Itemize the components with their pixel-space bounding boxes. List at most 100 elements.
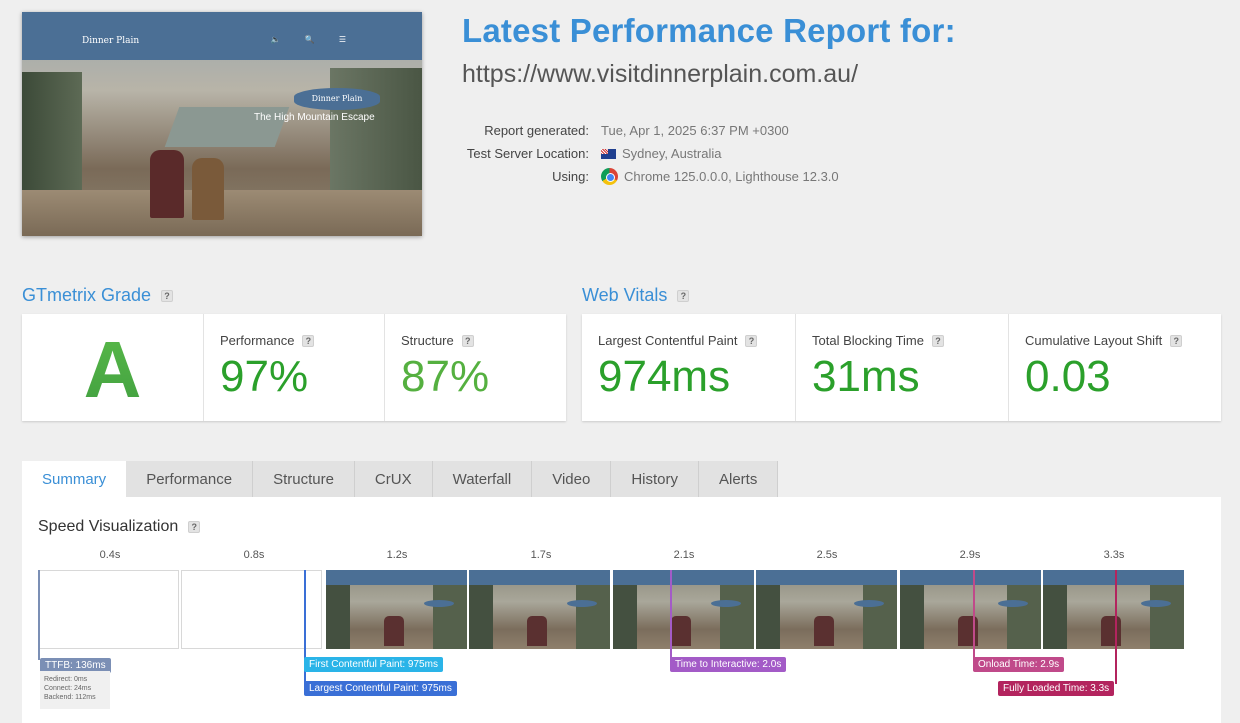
filmstrip-frame-blank[interactable] [38,570,179,649]
australia-flag-icon [601,148,616,159]
meta-label: Report generated: [484,123,589,138]
structure-cell: Structure? 87% [384,314,566,421]
section-title: Web Vitals [582,285,668,305]
ttfb-connect: Connect: 24ms [44,685,92,692]
timeline-tick: 1.7s [530,549,552,561]
lcp-cell: Largest Contentful Paint? 974ms [582,314,795,421]
label-text: Cumulative Layout Shift [1025,333,1163,348]
report-title: Latest Performance Report for: [462,12,956,49]
onload-marker-line [973,570,975,660]
report-generated-value: Tue, Apr 1, 2025 6:37 PM +0300 [601,123,789,138]
filmstrip-frame-blank[interactable] [181,570,322,649]
cls-cell: Cumulative Layout Shift? 0.03 [1008,314,1221,421]
filmstrip-frame[interactable] [900,570,1041,649]
tab-structure[interactable]: Structure [253,461,355,497]
tab-crux[interactable]: CrUX [354,461,433,497]
vitals-card: Largest Contentful Paint? 974ms Total Bl… [582,314,1221,421]
filmstrip-frame[interactable] [326,570,467,649]
help-icon[interactable]: ? [677,289,690,302]
timeline-tick: 0.4s [99,549,121,561]
label-text: Largest Contentful Paint [598,333,738,348]
screenshot-nav-icons: 🔈🔍☰ [270,35,370,44]
performance-cell: Performance? 97% [203,314,384,421]
help-icon[interactable]: ? [932,334,944,347]
onload-label: Onload Time: 2.9s [973,657,1065,672]
help-icon[interactable]: ? [188,521,201,533]
report-tabs: Summary Performance Structure CrUX Water… [22,461,779,497]
label-text: Performance [220,333,295,348]
cls-label: Cumulative Layout Shift? [1025,333,1183,348]
tti-marker-line [670,570,672,660]
web-vitals-heading: Web Vitals ? [582,285,690,306]
speed-visualization-heading: Speed Visualization ? [38,518,201,536]
fully-loaded-marker-line [1115,570,1117,684]
grade-letter: A [22,314,203,421]
meta-label: Using: [552,169,589,184]
timeline-tick: 2.1s [673,549,695,561]
grade-card: A Performance? 97% Structure? 87% [22,314,566,421]
screenshot-badge: Dinner Plain [294,88,380,110]
structure-value: 87% [401,352,490,401]
timeline-tick: 2.9s [959,549,981,561]
help-icon[interactable]: ? [461,334,474,347]
ttfb-backend: Backend: 112ms [44,694,96,701]
tti-label: Time to Interactive: 2.0s [670,657,787,672]
help-icon[interactable]: ? [302,334,315,347]
ttfb-redirect: Redirect: 0ms [44,676,88,683]
meta-label: Test Server Location: [466,146,589,161]
tbt-label: Total Blocking Time? [812,333,944,348]
tab-history[interactable]: History [611,461,699,497]
help-icon[interactable]: ? [1170,334,1183,347]
screenshot-person [192,158,224,220]
help-icon[interactable]: ? [161,289,174,302]
screenshot-person [150,150,184,218]
lcp-label: Largest Contentful Paint? [598,333,758,348]
meta-value: Sydney, Australia [601,146,721,161]
chrome-icon [601,168,618,185]
tab-waterfall[interactable]: Waterfall [432,461,533,497]
lcp-label: Largest Contentful Paint: 975ms [304,681,457,696]
filmstrip-frame[interactable] [1043,570,1184,649]
timeline-tick: 0.8s [243,549,265,561]
tab-alerts[interactable]: Alerts [698,461,779,497]
meta-row-generated: Report generated: Tue, Apr 1, 2025 6:37 … [440,119,839,142]
summary-panel: Speed Visualization ? 0.4s 0.8s 1.2s 1.7… [22,497,1221,723]
filmstrip-frame[interactable] [613,570,754,649]
tab-video[interactable]: Video [532,461,612,497]
grade-cell: A [22,314,203,421]
page-screenshot: Dinner Plain 🔈🔍☰ Dinner Plain The High M… [22,12,422,236]
screenshot-logo: Dinner Plain [82,36,140,46]
browser-value: Chrome 125.0.0.0, Lighthouse 12.3.0 [624,169,839,184]
tab-summary[interactable]: Summary [22,461,127,497]
timeline-tick: 3.3s [1103,549,1125,561]
cls-value: 0.03 [1025,352,1111,401]
tab-performance[interactable]: Performance [126,461,254,497]
screenshot-tagline: The High Mountain Escape [254,112,375,123]
report-meta: Report generated: Tue, Apr 1, 2025 6:37 … [440,119,839,188]
meta-value: Chrome 125.0.0.0, Lighthouse 12.3.0 [601,168,839,185]
report-url[interactable]: https://www.visitdinnerplain.com.au/ [462,60,858,89]
meta-row-location: Test Server Location: Sydney, Australia [440,142,839,165]
performance-value: 97% [220,352,309,401]
lcp-value: 974ms [598,352,731,401]
structure-label: Structure? [401,333,474,348]
meta-value: Tue, Apr 1, 2025 6:37 PM +0300 [601,123,789,138]
filmstrip-frame[interactable] [469,570,610,649]
server-location-value: Sydney, Australia [622,146,722,161]
timeline-tick: 2.5s [816,549,838,561]
ttfb-breakdown: Redirect: 0ms Connect: 24ms Backend: 112… [40,671,110,709]
section-title: GTmetrix Grade [22,285,152,305]
label-text: Total Blocking Time [812,333,924,348]
help-icon[interactable]: ? [745,334,758,347]
meta-row-using: Using: Chrome 125.0.0.0, Lighthouse 12.3… [440,165,839,188]
section-title: Speed Visualization [38,518,179,535]
gtmetrix-grade-heading: GTmetrix Grade ? [22,285,174,306]
filmstrip-frame[interactable] [756,570,897,649]
performance-label: Performance? [220,333,315,348]
fcp-label: First Contentful Paint: 975ms [304,657,443,672]
timeline-tick: 1.2s [386,549,408,561]
label-text: Structure [401,333,454,348]
tbt-cell: Total Blocking Time? 31ms [795,314,1008,421]
fully-loaded-label: Fully Loaded Time: 3.3s [998,681,1115,696]
tbt-value: 31ms [812,352,920,401]
